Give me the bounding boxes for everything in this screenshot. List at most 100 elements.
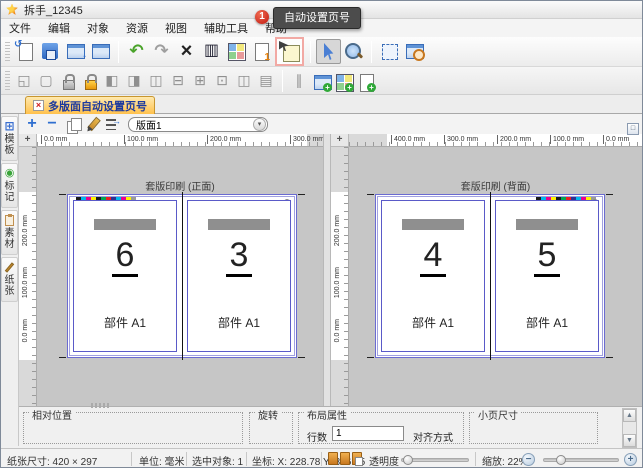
add-group-icon[interactable]: +: [332, 70, 354, 92]
front-canvas[interactable]: 套版印刷 (正面) 6 部件 A1 3: [37, 147, 323, 406]
ruler-label: 200.0 mm: [334, 215, 342, 246]
ruler-ticks: [37, 142, 323, 146]
page-slot[interactable]: 3 部件 A1: [187, 200, 291, 352]
sidebar-tab-template[interactable]: 模板: [1, 116, 18, 161]
ruler-origin-crosshair-icon[interactable]: [331, 134, 349, 147]
group-icon[interactable]: [13, 70, 35, 92]
layout-combobox[interactable]: [128, 117, 268, 132]
swap-panels-3-icon[interactable]: [145, 70, 167, 92]
redo-icon[interactable]: [149, 39, 174, 64]
page-size-group: 小页尺寸: [469, 412, 598, 444]
layout-toolbar: [19, 114, 642, 134]
crop-mark: [298, 357, 305, 358]
ruler-label: 200.0 mm: [22, 215, 30, 246]
layout-list-icon[interactable]: [103, 115, 121, 133]
menu-tools[interactable]: 辅助工具: [204, 20, 248, 36]
auto-page-number-icon[interactable]: [277, 39, 302, 64]
sheet-title: 套版印刷 (背面): [349, 178, 642, 193]
document-tab[interactable]: 多版面自动设置页号: [25, 96, 155, 114]
chevron-down-icon[interactable]: [253, 118, 266, 131]
splitter-grip[interactable]: [91, 403, 109, 408]
zoom-slider[interactable]: [543, 458, 619, 462]
panel-scrollbar[interactable]: [622, 408, 637, 448]
slider-thumb[interactable]: [556, 455, 566, 465]
rows-input[interactable]: [332, 426, 404, 441]
save-icon[interactable]: [38, 39, 63, 64]
ruler-label: 300.0 mm: [290, 135, 323, 144]
add-page-icon[interactable]: +: [354, 70, 376, 92]
group-title: 小页尺寸: [475, 407, 521, 422]
rows-view-icon[interactable]: [255, 70, 277, 92]
close-tab-icon[interactable]: [33, 100, 44, 111]
sidebar-tab-marks[interactable]: 标记: [1, 163, 18, 208]
crop-mark: [606, 194, 613, 195]
fold-centerline: [182, 192, 183, 360]
arrange-toolbar: + + +: [1, 67, 642, 95]
page-header-bar: [208, 219, 270, 230]
zoom-icon[interactable]: [341, 39, 366, 64]
add-template-icon[interactable]: +: [310, 70, 332, 92]
add-layout-icon[interactable]: [23, 115, 41, 133]
export-window-icon[interactable]: [88, 39, 113, 64]
main-toolbar: ↺ ↓ 1: [1, 37, 642, 67]
page-slot[interactable]: 5 部件 A1: [495, 200, 599, 352]
back-canvas[interactable]: 套版印刷 (背面) 4 部件 A1 5: [349, 147, 642, 406]
status-separator: [131, 452, 132, 466]
copy-layout-icon[interactable]: [63, 115, 81, 133]
fit-selection-icon[interactable]: [377, 39, 402, 64]
sidebar-tab-material[interactable]: 素材: [1, 210, 18, 255]
remove-layout-icon[interactable]: [43, 115, 61, 133]
multipage-view-icon[interactable]: [224, 39, 249, 64]
swap-panels-2-icon[interactable]: [123, 70, 145, 92]
status-separator: [246, 452, 247, 466]
front-sheet[interactable]: 6 部件 A1 3 部件 A1: [67, 194, 297, 358]
page-number-icon[interactable]: 1: [249, 39, 274, 64]
scroll-up-icon[interactable]: [623, 409, 636, 422]
swap-panels-icon[interactable]: [101, 70, 123, 92]
edit-layout-icon[interactable]: [83, 115, 101, 133]
slider-thumb[interactable]: [403, 455, 413, 465]
opacity-preset-icon[interactable]: [352, 452, 362, 465]
scroll-down-icon[interactable]: [623, 434, 636, 447]
columns-view-2-icon[interactable]: [288, 70, 310, 92]
delete-icon[interactable]: [174, 39, 199, 64]
lock-icon[interactable]: [57, 70, 79, 92]
new-document-icon[interactable]: ↺: [13, 39, 38, 64]
left-sidebar: 模板 标记 素材 纸张: [1, 114, 19, 446]
split-view-icon[interactable]: [233, 70, 255, 92]
status-separator: [186, 452, 187, 466]
marquee-icon[interactable]: [35, 70, 57, 92]
align-right-icon[interactable]: [211, 70, 233, 92]
sidebar-tab-paper[interactable]: 纸张: [1, 257, 18, 302]
align-center-icon[interactable]: [189, 70, 211, 92]
auto-page-number-highlight: [275, 37, 304, 66]
select-cursor-icon[interactable]: [316, 39, 341, 64]
import-window-icon[interactable]: ↓: [63, 39, 88, 64]
menu-file[interactable]: 文件: [9, 20, 31, 36]
columns-view-icon[interactable]: [199, 39, 224, 64]
menu-resource[interactable]: 资源: [126, 20, 148, 36]
opacity-preset-icon[interactable]: [328, 452, 338, 465]
opacity-label: 透明度: [369, 453, 399, 468]
preview-icon[interactable]: [402, 39, 427, 64]
menu-edit[interactable]: 编辑: [48, 20, 70, 36]
menu-object[interactable]: 对象: [87, 20, 109, 36]
lock-open-icon[interactable]: [79, 70, 101, 92]
page-slot[interactable]: 6 部件 A1: [73, 200, 177, 352]
page-slot[interactable]: 4 部件 A1: [381, 200, 485, 352]
zoom-out-button[interactable]: [522, 453, 535, 466]
toolbar-separator: [310, 41, 311, 63]
zoom-in-button[interactable]: [624, 453, 637, 466]
horizontal-ruler: 0.0 mm 100.0 mm 200.0 mm 300.0 mm: [37, 134, 323, 147]
opacity-slider[interactable]: [401, 458, 469, 462]
collapse-panel-button[interactable]: [627, 123, 639, 135]
align-bottom-icon[interactable]: [167, 70, 189, 92]
front-view: 0.0 mm 100.0 mm 200.0 mm 300.0 mm 200.0 …: [19, 134, 323, 406]
annotation-badge: 1: [255, 10, 269, 24]
opacity-preset-icon[interactable]: [340, 452, 350, 465]
menu-view[interactable]: 视图: [165, 20, 187, 36]
undo-icon[interactable]: [124, 39, 149, 64]
ruler-origin-crosshair-icon[interactable]: [19, 134, 37, 147]
group-title: 相对位置: [29, 407, 75, 422]
back-sheet[interactable]: 4 部件 A1 5 部件 A1: [375, 194, 605, 358]
